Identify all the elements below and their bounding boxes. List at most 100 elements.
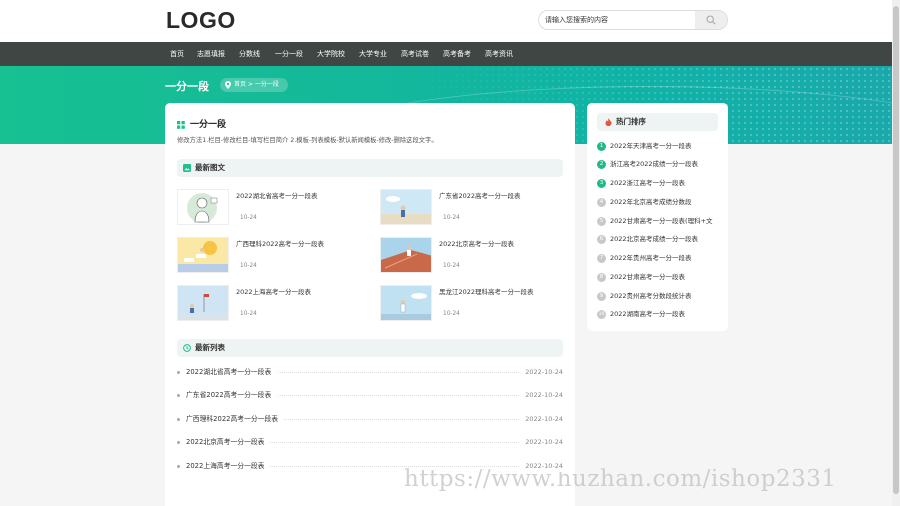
list-item[interactable]: 广东省2022高考一分一段表 2022-10-24 [177, 389, 563, 401]
card-title[interactable]: 2022北京高考一分一段表 [439, 238, 514, 248]
search-icon [706, 15, 716, 25]
rank-number: 1 [597, 141, 606, 151]
card-date: 10-24 [443, 215, 460, 221]
ranking-item-title[interactable]: 2022甘肃高考一分一段表 [610, 271, 728, 283]
list-item-date: 2022-10-24 [519, 366, 563, 378]
breadcrumb-text[interactable]: 首页 > 一分一段 [234, 81, 279, 88]
list-item-title[interactable]: 广东省2022高考一分一段表 [186, 389, 278, 401]
card-date: 10-24 [443, 311, 460, 317]
ranking-item-title[interactable]: 2022年天津高考一分一段表 [610, 140, 728, 152]
list-item-title[interactable]: 2022湖北省高考一分一段表 [186, 366, 278, 378]
list-item-title[interactable]: 广西理科2022高考一分一段表 [186, 413, 285, 425]
section-description: 修改方法1.栏目-修改栏目-填写栏目简介 2.模板-列表模板-默认新闻模板-修改… [177, 137, 438, 144]
page-scrollbar[interactable] [892, 0, 900, 506]
latest-list-header: 最新列表 [177, 339, 563, 357]
ranking-item[interactable]: 3 2022浙江高考一分一段表 [597, 177, 725, 189]
card-thumbnail[interactable] [177, 237, 229, 273]
rank-number: 10 [597, 309, 606, 319]
image-card[interactable]: 2022湖北省高考一分一段表 10-24 [177, 189, 377, 227]
header: LOGO [0, 0, 900, 42]
nav-item-exam-news[interactable]: 高考资讯 [485, 42, 513, 66]
bullet [177, 394, 180, 397]
sidebar: 热门排序 1 2022年天津高考一分一段表 2 浙江高考2022成绩一分一段表 32… [587, 103, 728, 331]
card-thumbnail[interactable] [380, 285, 432, 321]
nav-item-score-rank[interactable]: 一分一段 [275, 42, 303, 66]
nav-item-home[interactable]: 首页 [170, 42, 184, 66]
ranking-item-title[interactable]: 2022浙江高考一分一段表 [610, 177, 728, 189]
card-thumbnail[interactable] [380, 189, 432, 225]
image-card[interactable]: 广东省2022高考一分一段表 10-24 [380, 189, 580, 227]
main-nav: 首页 志愿填报 分数线 一分一段 大学院校 大学专业 高考试卷 高考备考 高考资… [0, 42, 900, 66]
rank-number: 6 [597, 234, 606, 244]
section-title: 一分一段 [177, 117, 226, 130]
clock-icon [183, 344, 191, 352]
ranking-item-title[interactable]: 2022北京高考成绩一分一段表 [610, 233, 728, 245]
scrollbar-thumb[interactable] [893, 6, 899, 494]
ranking-item[interactable]: 5 2022甘肃高考一分一段表(理科+文 [597, 215, 725, 227]
card-thumbnail[interactable] [177, 189, 229, 225]
nav-item-majors[interactable]: 大学专业 [359, 42, 387, 66]
ranking-item[interactable]: 6 2022北京高考成绩一分一段表 [597, 233, 725, 245]
rank-number: 8 [597, 272, 606, 282]
image-card[interactable]: 黑龙江2022理科高考一分一段表 10-24 [380, 285, 580, 323]
nav-item-exam-prep[interactable]: 高考备考 [443, 42, 471, 66]
card-thumbnail[interactable] [177, 285, 229, 321]
latest-images-header: 最新图文 [177, 159, 563, 177]
ranking-item[interactable]: 2 浙江高考2022成绩一分一段表 [597, 158, 725, 170]
list-item-title[interactable]: 2022上海高考一分一段表 [186, 460, 271, 472]
rank-number: 9 [597, 291, 606, 301]
ranking-item[interactable]: 1 2022年天津高考一分一段表 [597, 140, 725, 152]
hot-ranking-header: 热门排序 [597, 113, 718, 131]
ranking-item[interactable]: 7 2022年贵州高考一分一段表 [597, 252, 725, 264]
nav-item-score-line[interactable]: 分数线 [239, 42, 260, 66]
image-icon [183, 164, 191, 172]
search-box [538, 10, 728, 30]
rank-number: 3 [597, 178, 606, 188]
image-card[interactable]: 2022北京高考一分一段表 10-24 [380, 237, 580, 275]
list-item[interactable]: 广西理科2022高考一分一段表 2022-10-24 [177, 413, 563, 425]
card-thumbnail[interactable] [380, 237, 432, 273]
nav-item-universities[interactable]: 大学院校 [317, 42, 345, 66]
ranking-item-title[interactable]: 2022年贵州高考一分一段表 [610, 252, 728, 264]
card-title[interactable]: 2022湖北省高考一分一段表 [236, 190, 318, 200]
search-button[interactable] [695, 11, 727, 29]
bullet [177, 418, 180, 421]
ranking-item[interactable]: 8 2022甘肃高考一分一段表 [597, 271, 725, 283]
section-title-text: 一分一段 [190, 120, 227, 130]
page-title: 一分一段 [165, 80, 209, 93]
watermark: https://www.huzhan.com/ishop2331 [404, 466, 837, 492]
ranking-item[interactable]: 10 2022湖南高考一分一段表 [597, 308, 725, 320]
ranking-item[interactable]: 4 2022年北京高考成绩分数段 [597, 196, 725, 208]
card-date: 10-24 [240, 215, 257, 221]
nav-item-volunteer[interactable]: 志愿填报 [197, 42, 225, 66]
list-item-title[interactable]: 2022北京高考一分一段表 [186, 436, 271, 448]
image-card[interactable]: 广西理科2022高考一分一段表 10-24 [177, 237, 377, 275]
nav-item-exam-papers[interactable]: 高考试卷 [401, 42, 429, 66]
ranking-item-title[interactable]: 2022湖南高考一分一段表 [610, 308, 728, 320]
image-card[interactable]: 2022上海高考一分一段表 10-24 [177, 285, 377, 323]
rank-number: 7 [597, 253, 606, 263]
bullet [177, 465, 180, 468]
ranking-item-title[interactable]: 2022贵州高考分数段统计表 [610, 290, 728, 302]
list-item-date: 2022-10-24 [519, 389, 563, 401]
list-item-date: 2022-10-24 [519, 413, 563, 425]
card-title[interactable]: 2022上海高考一分一段表 [236, 286, 311, 296]
rank-number: 4 [597, 197, 606, 207]
latest-images-heading: 最新图文 [195, 163, 225, 172]
ranking-item-title[interactable]: 浙江高考2022成绩一分一段表 [610, 158, 728, 170]
location-pin-icon [225, 81, 231, 89]
logo[interactable]: LOGO [166, 7, 236, 34]
bullet [177, 371, 180, 374]
card-title[interactable]: 广东省2022高考一分一段表 [439, 190, 521, 200]
ranking-item-title[interactable]: 2022年北京高考成绩分数段 [610, 196, 728, 208]
search-input[interactable] [539, 11, 695, 29]
card-date: 10-24 [240, 263, 257, 269]
breadcrumb: 首页 > 一分一段 [220, 78, 288, 92]
card-date: 10-24 [443, 263, 460, 269]
card-title[interactable]: 黑龙江2022理科高考一分一段表 [439, 286, 534, 296]
list-item[interactable]: 2022北京高考一分一段表 2022-10-24 [177, 436, 563, 448]
ranking-item-title[interactable]: 2022甘肃高考一分一段表(理科+文 [610, 215, 728, 227]
list-item[interactable]: 2022湖北省高考一分一段表 2022-10-24 [177, 366, 563, 378]
ranking-item[interactable]: 9 2022贵州高考分数段统计表 [597, 290, 725, 302]
card-title[interactable]: 广西理科2022高考一分一段表 [236, 238, 324, 248]
